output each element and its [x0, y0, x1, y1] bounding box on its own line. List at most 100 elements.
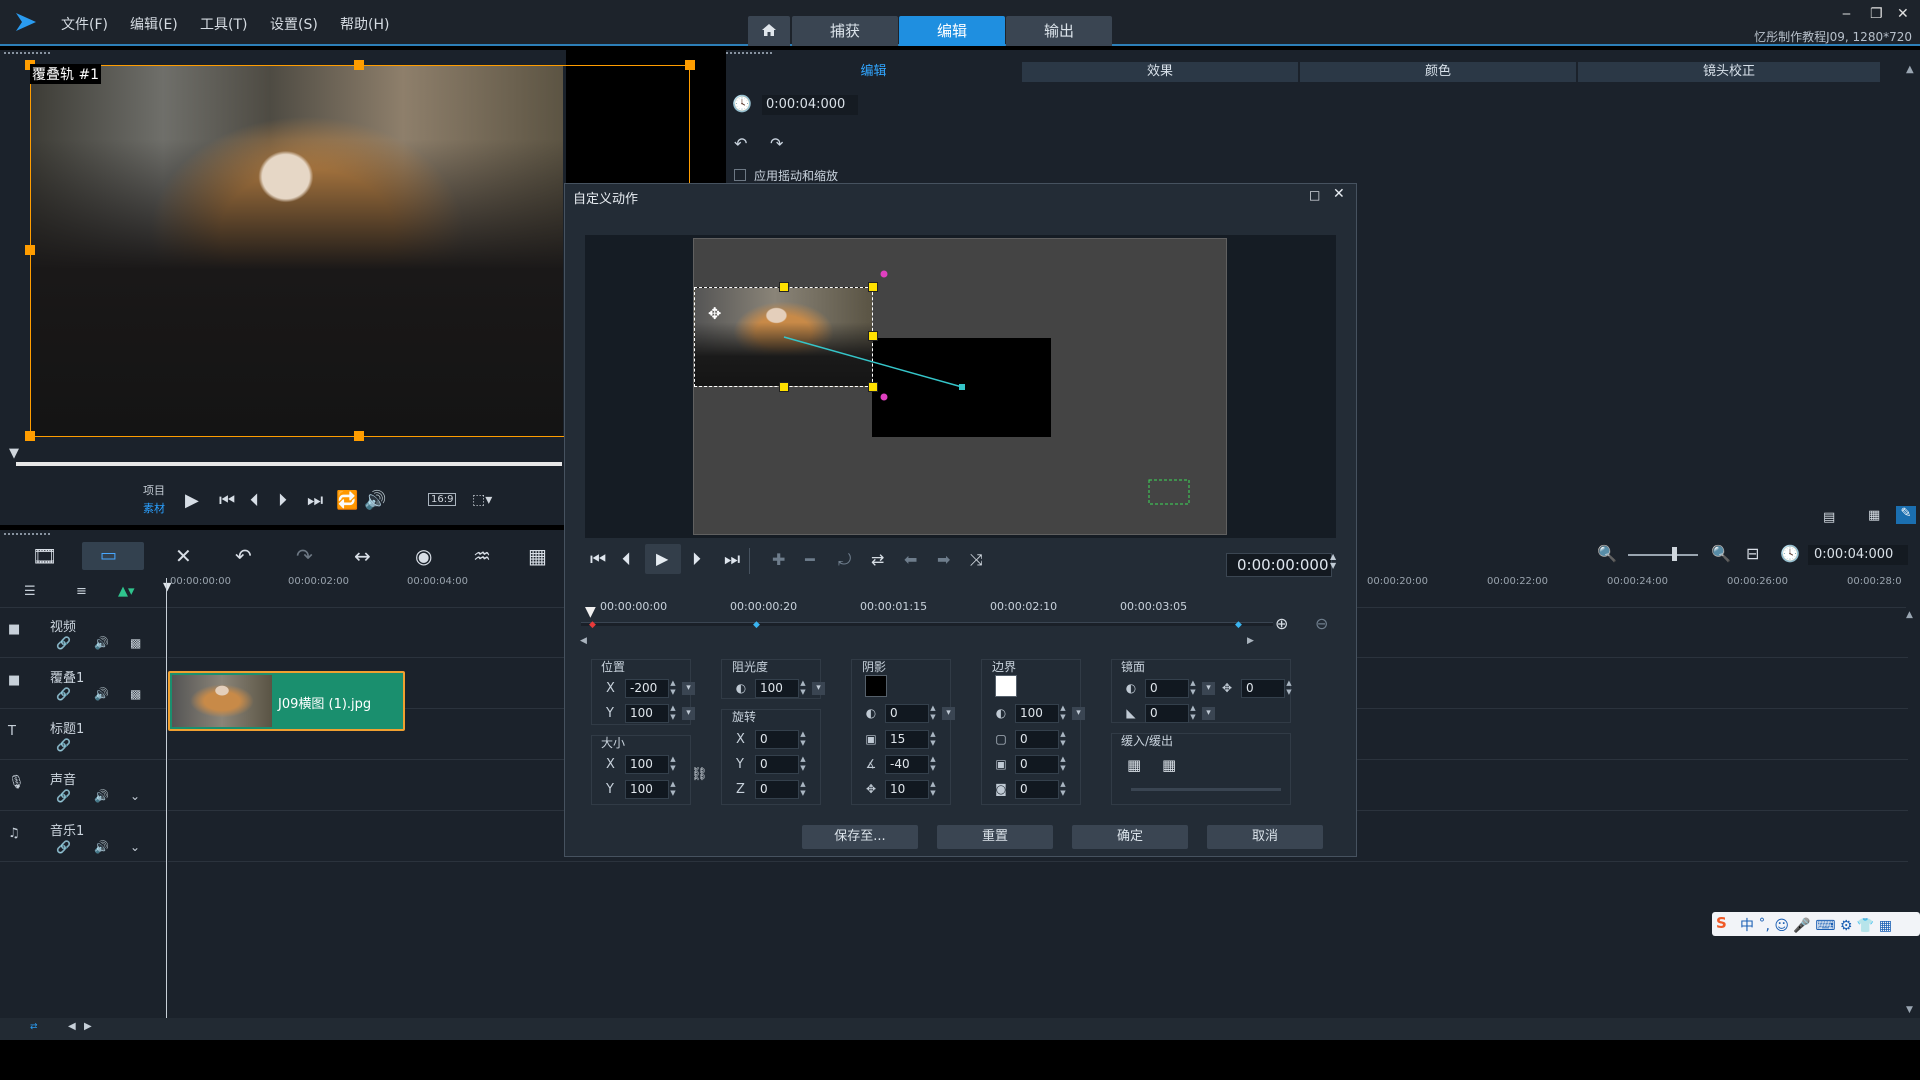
dropdown-icon[interactable]: ▾	[942, 707, 955, 720]
clip-handle[interactable]	[779, 382, 789, 392]
shadow-angle-field[interactable]: -40	[885, 755, 929, 774]
skip-start-icon[interactable]: ⏮	[219, 490, 235, 511]
ime-mode-icon[interactable]: 中 ˚, ☺ 🎤 ⌨ ⚙ 👕 ▦	[1740, 915, 1892, 935]
zoom-out-icon[interactable]: ⊖	[1315, 614, 1328, 633]
pan-zoom-checkbox[interactable]	[734, 169, 746, 181]
resize-handle[interactable]	[354, 431, 364, 441]
preview-scrubber[interactable]	[16, 462, 562, 466]
rotation-z-field[interactable]: 0	[755, 780, 799, 799]
spin-control[interactable]: ▲ ▼	[668, 679, 678, 698]
resize-handle[interactable]	[25, 245, 35, 255]
timecode-spin[interactable]: ▲ ▼	[1330, 552, 1336, 570]
keyframe-playhead-icon[interactable]: ▼	[585, 604, 596, 620]
opacity-field[interactable]: 100	[755, 679, 799, 698]
rotation-x-field[interactable]: 0	[755, 730, 799, 749]
track-manager-icon[interactable]: ☰	[24, 584, 36, 599]
menu-tools[interactable]: 工具(T)	[200, 14, 247, 34]
grid-icon[interactable]: ▩	[130, 687, 141, 701]
spin-control[interactable]: ▲ ▼	[798, 730, 808, 749]
play-button[interactable]: ▶	[645, 544, 681, 574]
link-icon[interactable]: 🔗	[56, 687, 71, 701]
spin-control[interactable]: ▲ ▼	[798, 780, 808, 799]
link-icon[interactable]: 🔗	[56, 636, 71, 650]
spin-control[interactable]: ▲ ▼	[1284, 679, 1294, 698]
shadow-color-swatch[interactable]	[865, 675, 887, 697]
audio-mixer-icon[interactable]: ♒	[473, 544, 491, 568]
spin-control[interactable]: ▲ ▼	[1188, 679, 1198, 698]
step-forward-icon[interactable]: ⏵	[278, 490, 287, 511]
rotate-left-icon[interactable]: ↶	[734, 134, 747, 153]
fit-timeline-icon[interactable]: ↔	[354, 544, 371, 568]
spin-control[interactable]: ▲ ▼	[668, 755, 678, 774]
fade-in-icon[interactable]: ▦	[1127, 756, 1141, 774]
maximize-icon[interactable]: □	[1309, 188, 1320, 202]
dropdown-icon[interactable]: ▾	[682, 682, 695, 695]
mode-clip[interactable]: 素材	[143, 500, 165, 516]
menu-edit[interactable]: 编辑(E)	[130, 14, 178, 34]
fade-slider[interactable]	[1131, 788, 1281, 791]
repeat-icon[interactable]: 🔁	[336, 490, 358, 511]
resize-handle[interactable]	[685, 60, 695, 70]
restore-icon[interactable]: ❐	[1870, 6, 1883, 22]
redo-icon[interactable]: ↷	[296, 544, 313, 568]
spin-control[interactable]: ▲ ▼	[1058, 704, 1068, 723]
link-icon[interactable]: 🔗	[56, 840, 71, 854]
trim-marker-icon[interactable]: ▼	[9, 446, 19, 461]
dialog-timecode[interactable]: 0:00:00:000	[1226, 553, 1332, 577]
spin-control[interactable]: ▲ ▼	[798, 755, 808, 774]
mirror-offset-field[interactable]: 0	[1241, 679, 1285, 698]
zoom-out-icon[interactable]: 🔍	[1597, 544, 1617, 563]
mute-icon[interactable]: 🔊	[94, 687, 109, 701]
stage-area[interactable]: ✥	[693, 238, 1227, 535]
scroll-right-icon[interactable]: ▶	[1247, 636, 1254, 646]
go-start-icon[interactable]: ⏮	[590, 549, 606, 570]
go-end-icon[interactable]: ⏭	[724, 549, 740, 570]
resize-handle[interactable]	[25, 431, 35, 441]
expand-icon[interactable]: ⌄	[130, 840, 140, 854]
scroll-down-icon[interactable]: ▼	[1906, 1005, 1913, 1015]
keyframe-track[interactable]	[581, 622, 1273, 626]
spin-control[interactable]: ▲ ▼	[928, 780, 938, 799]
tab-share[interactable]: 输出	[1006, 16, 1112, 46]
undo-icon[interactable]: ↶	[235, 544, 252, 568]
step-back-icon[interactable]: ⏴	[250, 490, 259, 511]
panel-grip[interactable]	[4, 52, 50, 54]
ripple-icon[interactable]: ▲▾	[118, 584, 135, 599]
mirror-fade-field[interactable]: 0	[1145, 704, 1189, 723]
close-icon[interactable]: ✕	[1333, 186, 1345, 202]
spin-control[interactable]: ▲ ▼	[928, 755, 938, 774]
mode-project[interactable]: 项目	[143, 482, 165, 498]
spin-control[interactable]: ▲ ▼	[1188, 704, 1198, 723]
grid-icon[interactable]: ▩	[130, 636, 141, 650]
clip-handle[interactable]	[868, 331, 878, 341]
spin-control[interactable]: ▲ ▼	[1058, 780, 1068, 799]
shadow-opacity-field[interactable]: 0	[885, 704, 929, 723]
border-width-field[interactable]: 0	[1015, 730, 1059, 749]
fit-icon[interactable]: ⬚▾	[472, 492, 492, 508]
dropdown-icon[interactable]: ▾	[1202, 707, 1215, 720]
tab-options-edit[interactable]: 编辑	[806, 62, 941, 82]
preview-image[interactable]	[30, 65, 563, 437]
storyboard-view-icon[interactable]: 🎞	[32, 544, 57, 568]
size-x-field[interactable]: 100	[625, 755, 669, 774]
tab-edit[interactable]: 编辑	[899, 16, 1005, 46]
save-to-button[interactable]: 保存至...	[802, 825, 918, 849]
menu-settings[interactable]: 设置(S)	[270, 14, 318, 34]
layout-icon[interactable]: ▦	[1868, 508, 1880, 523]
dropdown-icon[interactable]: ▾	[1202, 682, 1215, 695]
border-color-swatch[interactable]	[995, 675, 1017, 697]
edit-mode-icon[interactable]: ✎	[1896, 506, 1916, 524]
ime-toolbar[interactable]: S 中 ˚, ☺ 🎤 ⌨ ⚙ 👕 ▦	[1712, 912, 1920, 936]
panel-grip[interactable]	[726, 52, 772, 54]
lock-ratio-icon[interactable]: ⛓	[691, 767, 708, 782]
border-softness-field[interactable]: 0	[1015, 755, 1059, 774]
mirror-opacity-field[interactable]: 0	[1145, 679, 1189, 698]
library-icon[interactable]: ▤	[1823, 510, 1847, 526]
tab-home[interactable]	[748, 16, 790, 46]
project-timecode[interactable]: 0:00:04:000	[1808, 545, 1908, 565]
cancel-button[interactable]: 取消	[1207, 825, 1323, 849]
reset-button[interactable]: 重置	[937, 825, 1053, 849]
scroll-up-icon[interactable]: ▲	[1906, 64, 1914, 75]
overlay-clip[interactable]: J09横图 (1).jpg	[168, 671, 405, 731]
minimize-icon[interactable]: ‒	[1842, 6, 1851, 22]
